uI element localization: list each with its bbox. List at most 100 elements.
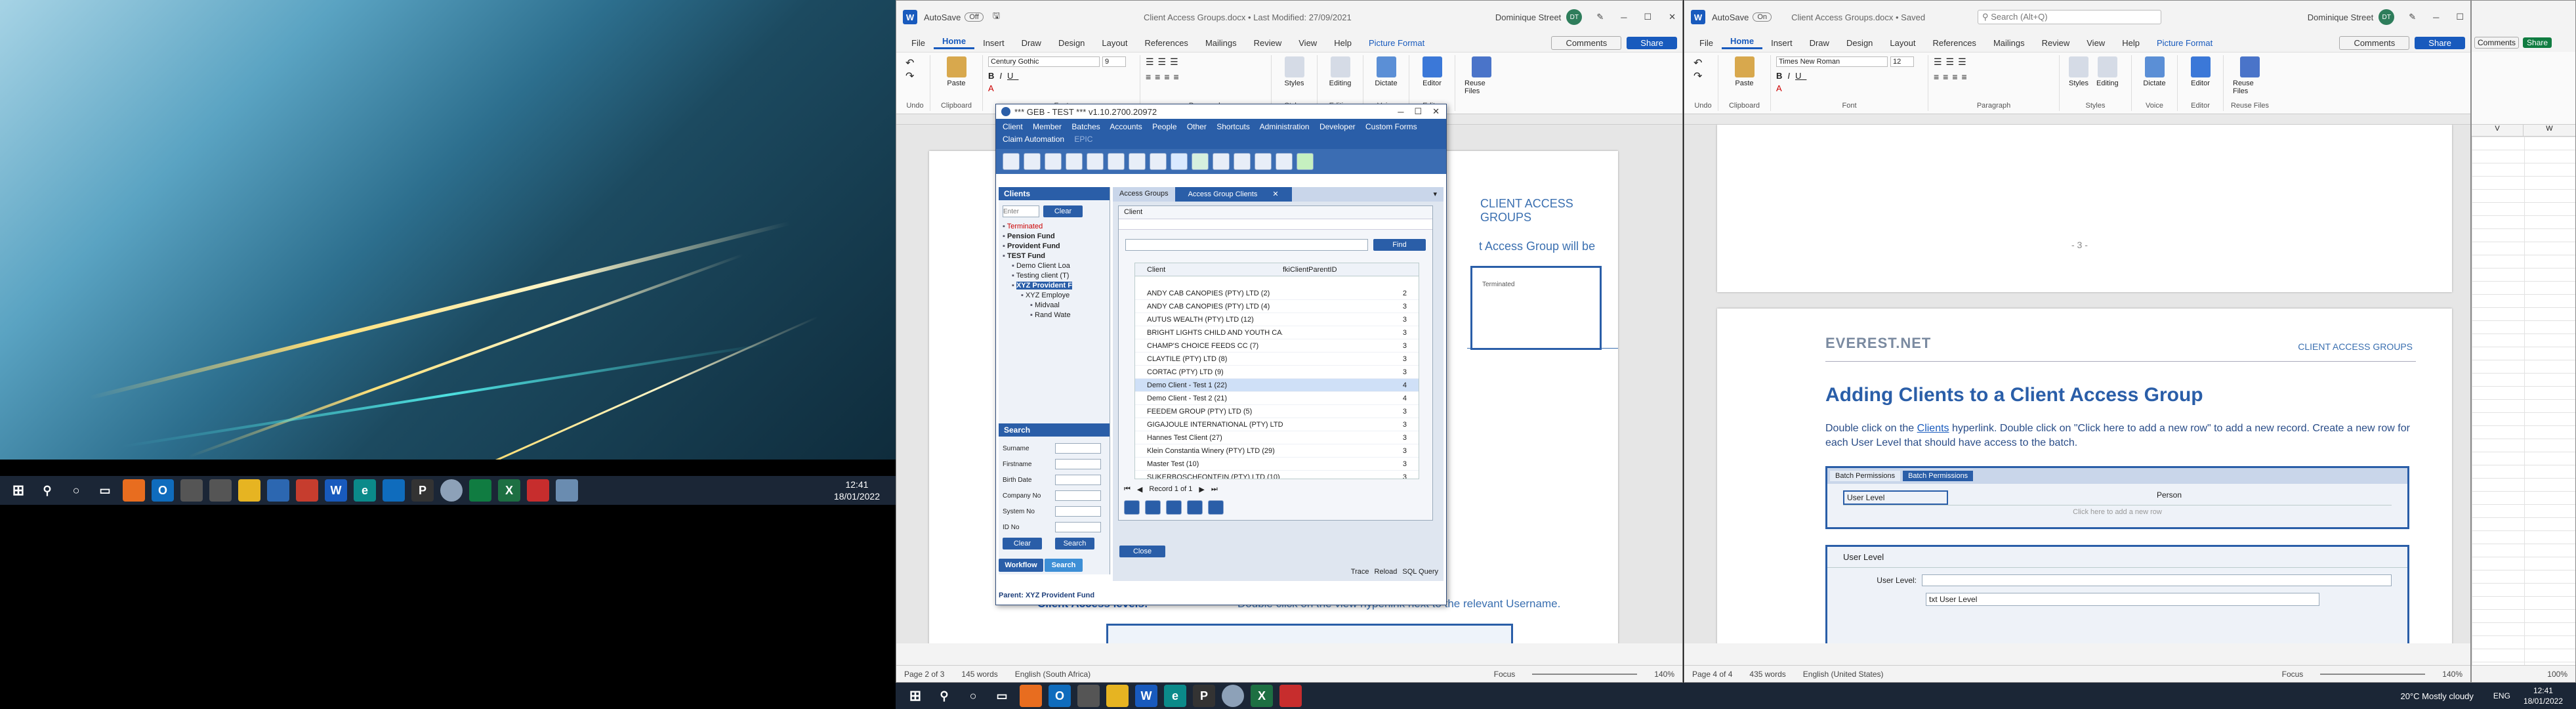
- clear-button[interactable]: Clear: [1043, 205, 1083, 217]
- dictate-button[interactable]: Dictate: [2141, 56, 2168, 87]
- tab-picture-format[interactable]: Picture Format: [2148, 38, 2221, 48]
- app-icon[interactable]: P: [1193, 685, 1215, 707]
- tab-layout[interactable]: Layout: [1881, 38, 1924, 48]
- tab-insert[interactable]: Insert: [1762, 38, 1801, 48]
- tab-design[interactable]: Design: [1838, 38, 1881, 48]
- app-icon[interactable]: [527, 479, 549, 502]
- search-field-input[interactable]: [1055, 443, 1101, 454]
- table-row[interactable]: Hannes Test Client (27) 3: [1135, 431, 1419, 444]
- tab-picture-format[interactable]: Picture Format: [1360, 38, 1433, 48]
- menu-accounts[interactable]: Accounts: [1110, 122, 1142, 131]
- list-icons[interactable]: ☰☰☰: [1934, 56, 2054, 68]
- toolbar-icon[interactable]: [1108, 153, 1125, 170]
- next-record-icon[interactable]: ▶: [1199, 485, 1204, 494]
- table-row[interactable]: AUTUS WEALTH (PTY) LTD (12) 3: [1135, 313, 1419, 326]
- avatar[interactable]: DT: [1566, 9, 1583, 25]
- menu-batches[interactable]: Batches: [1071, 122, 1100, 131]
- menu-member[interactable]: Member: [1033, 122, 1062, 131]
- tree-node[interactable]: ▪ Demo Client Loa: [1003, 262, 1110, 272]
- file-explorer-icon[interactable]: [1106, 685, 1129, 707]
- tab-home[interactable]: Home: [1721, 36, 1763, 49]
- app-icon[interactable]: [440, 479, 463, 502]
- tab-review[interactable]: Review: [2033, 38, 2079, 48]
- app-icon[interactable]: P: [411, 479, 434, 502]
- table-row[interactable]: FEEDEM GROUP (PTY) LTD (5) 3: [1135, 405, 1419, 418]
- toolbar-icon[interactable]: [1150, 153, 1167, 170]
- editing-button[interactable]: Editing: [2096, 56, 2119, 87]
- maximize-icon[interactable]: ☐: [2456, 12, 2464, 22]
- language-indicator[interactable]: ENG: [2493, 691, 2510, 700]
- menu-developer[interactable]: Developer: [1319, 122, 1356, 131]
- client-search-input[interactable]: [1125, 239, 1368, 251]
- font-name-field[interactable]: Century Gothic: [988, 56, 1100, 67]
- embedded-screenshot[interactable]: Batch Permissions Batch Permissions User…: [1825, 466, 2409, 529]
- page-count[interactable]: Page 4 of 4: [1692, 670, 1732, 679]
- pen-icon[interactable]: ✎: [2409, 12, 2416, 22]
- cortana-icon[interactable]: ○: [65, 479, 87, 502]
- list-icons[interactable]: ☰☰☰: [1146, 56, 1266, 68]
- autosave-toggle[interactable]: On: [1753, 12, 1772, 22]
- zoom-level[interactable]: 140%: [2442, 670, 2462, 679]
- tab-help[interactable]: Help: [2113, 38, 2148, 48]
- excel-icon[interactable]: X: [1251, 685, 1273, 707]
- dropdown-icon[interactable]: ▾: [1426, 187, 1444, 202]
- word-count[interactable]: 435 words: [1749, 670, 1785, 679]
- search-tab[interactable]: Search: [1045, 559, 1083, 572]
- column-client[interactable]: Client: [1135, 263, 1283, 276]
- menu-client[interactable]: Client: [1003, 122, 1023, 131]
- tree-node[interactable]: ▪ XYZ Provident F: [1003, 282, 1110, 291]
- share-button[interactable]: Share: [1627, 36, 1677, 49]
- table-row[interactable]: ANDY CAB CANOPIES (PTY) LTD (4) 3: [1135, 300, 1419, 313]
- first-record-icon[interactable]: ⏮: [1124, 485, 1131, 494]
- tree-node[interactable]: ▪ Terminated: [1003, 223, 1110, 232]
- clients-link[interactable]: Clients: [1917, 423, 1949, 434]
- task-view-icon[interactable]: ▭: [94, 479, 116, 502]
- table-row[interactable]: ANDY CAB CANOPIES (PTY) LTD (2) 2: [1135, 287, 1419, 300]
- focus-button[interactable]: Focus: [2282, 670, 2304, 679]
- refresh-icon[interactable]: [1166, 500, 1182, 515]
- menu-administration[interactable]: Administration: [1260, 122, 1310, 131]
- embedded-screenshot-2[interactable]: User Level User Level: txt User Level: [1825, 545, 2409, 643]
- app-icon[interactable]: [1020, 685, 1042, 707]
- table-row[interactable]: BRIGHT LIGHTS CHILD AND YOUTH CA... 3: [1135, 326, 1419, 339]
- reload-link[interactable]: Reload: [1375, 568, 1398, 576]
- search-field-input[interactable]: [1055, 459, 1101, 469]
- comments-button[interactable]: Comments: [2474, 37, 2520, 49]
- search-icon[interactable]: ⚲: [933, 685, 955, 707]
- app-icon[interactable]: [556, 479, 578, 502]
- tree-node[interactable]: ▪ TEST Fund: [1003, 252, 1110, 262]
- table-row[interactable]: Demo Client - Test 2 (21) 4: [1135, 392, 1419, 405]
- tree-node[interactable]: ▪ Midvaal: [1003, 301, 1110, 311]
- table-row[interactable]: CORTAC (PTY) LTD (9) 3: [1135, 366, 1419, 379]
- tab-draw[interactable]: Draw: [1801, 38, 1838, 48]
- tab-review[interactable]: Review: [1245, 38, 1291, 48]
- tree-node[interactable]: ▪ Testing client (T): [1003, 272, 1110, 282]
- toolbar-icon[interactable]: [1003, 153, 1020, 170]
- maximize-icon[interactable]: ☐: [1644, 12, 1652, 22]
- tab-access-group-clients[interactable]: Access Group Clients ✕: [1174, 187, 1292, 202]
- underline-icon[interactable]: U: [1007, 71, 1018, 81]
- start-icon[interactable]: ⊞: [904, 685, 926, 707]
- tab-insert[interactable]: Insert: [974, 38, 1013, 48]
- trace-link[interactable]: Trace: [1351, 568, 1369, 576]
- menu-shortcuts[interactable]: Shortcuts: [1216, 122, 1250, 131]
- font-size-field[interactable]: 12: [1890, 56, 1914, 67]
- tab-layout[interactable]: Layout: [1093, 38, 1136, 48]
- tab-file[interactable]: File: [903, 38, 934, 48]
- menu-other[interactable]: Other: [1187, 122, 1207, 131]
- font-color-icon[interactable]: A: [988, 83, 1134, 93]
- app-icon[interactable]: [1222, 685, 1244, 707]
- excel-icon[interactable]: [1192, 153, 1209, 170]
- toolbar-icon[interactable]: [1024, 153, 1041, 170]
- styles-button[interactable]: Styles: [1281, 56, 1308, 87]
- search-icon[interactable]: ⚲: [36, 479, 58, 502]
- tree-node[interactable]: ▪ Pension Fund: [1003, 232, 1110, 242]
- table-row[interactable]: SUKERBOSCHFONTEIN (PTY) LTD (10) 3: [1135, 471, 1419, 479]
- word-count[interactable]: 145 words: [961, 670, 997, 679]
- file-explorer-icon[interactable]: [238, 479, 260, 502]
- share-button[interactable]: Share: [2523, 37, 2552, 48]
- export-icon[interactable]: [1208, 500, 1224, 515]
- tree-node[interactable]: ▪ Provident Fund: [1003, 242, 1110, 252]
- search-box[interactable]: ⚲ Search (Alt+Q): [1978, 10, 2162, 24]
- toolbar-icon[interactable]: [1045, 153, 1062, 170]
